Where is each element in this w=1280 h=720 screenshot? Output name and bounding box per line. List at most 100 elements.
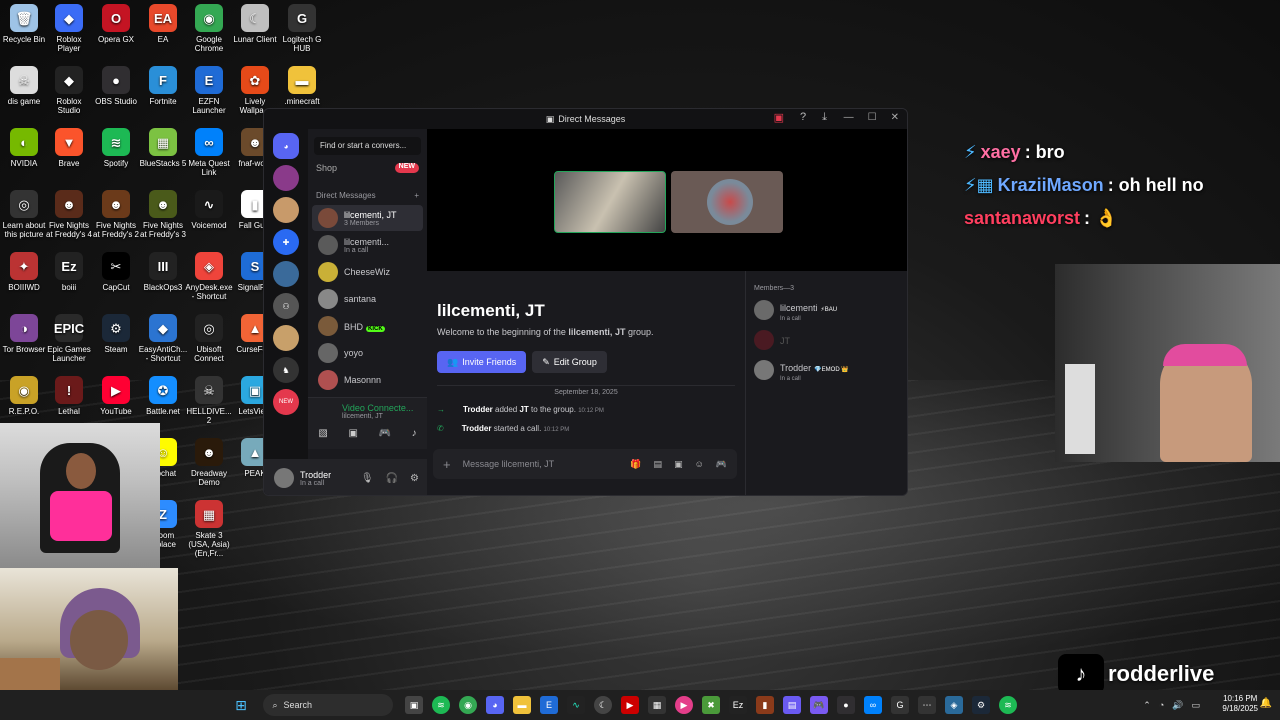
controller-icon[interactable]: 🎮 — [810, 696, 828, 714]
desktop-shortcut[interactable]: EPIC Epic Games Launcher — [45, 314, 93, 376]
screen-share-icon[interactable]: ▣ — [348, 428, 357, 439]
dm-list-item[interactable]: santana — [312, 286, 423, 312]
desktop-shortcut[interactable]: ☾ Lunar Client — [231, 4, 279, 66]
member-item[interactable]: lilcementi ⚡BAU In a call — [754, 298, 901, 322]
desktop-shortcut[interactable]: ◈ AnyDesk.exe - Shortcut — [185, 252, 233, 314]
desktop-shortcut[interactable]: Ez boiii — [45, 252, 93, 314]
discord-home-icon[interactable]: ◕ — [273, 133, 299, 159]
headphones-icon[interactable]: 🎧 — [386, 473, 398, 484]
sticker-icon[interactable]: ▣ — [674, 459, 683, 470]
desktop-shortcut[interactable]: EA EA — [139, 4, 187, 66]
desktop-shortcut[interactable]: ⚙ Steam — [92, 314, 140, 376]
lunar-taskbar-icon[interactable]: ☾ — [594, 696, 612, 714]
desktop-shortcut[interactable]: ● OBS Studio — [92, 66, 140, 128]
microphone-icon[interactable]: 🎙 — [361, 473, 374, 484]
spotify-taskbar-icon[interactable]: ≋ — [432, 696, 450, 714]
chrome-taskbar-icon[interactable]: ◉ — [459, 696, 477, 714]
logitech-taskbar-icon[interactable]: G — [891, 696, 909, 714]
desktop-shortcut[interactable]: ☠ dis game — [0, 66, 48, 128]
video-tile[interactable] — [671, 171, 783, 233]
voicemod-taskbar-icon[interactable]: ∿ — [567, 696, 585, 714]
desktop-shortcut[interactable]: ◐ NVIDIA — [0, 128, 48, 190]
desktop-shortcut[interactable]: ✦ BOIIIWD — [0, 252, 48, 314]
server-icon[interactable] — [273, 325, 299, 351]
desktop-shortcut[interactable]: ◑ Tor Browser — [0, 314, 48, 376]
server-icon[interactable]: ♞ — [273, 357, 299, 383]
volume-icon[interactable]: 🔊 — [1172, 700, 1183, 711]
avatar[interactable] — [274, 468, 294, 488]
game-taskbar-icon[interactable]: ▮ — [756, 696, 774, 714]
desktop-shortcut[interactable]: ◆ Roblox Player — [45, 4, 93, 66]
desktop-shortcut[interactable]: ∿ Voicemod — [185, 190, 233, 252]
video-tile[interactable] — [554, 171, 666, 233]
inbox-icon[interactable]: ▣ — [774, 111, 784, 124]
file-explorer-icon[interactable]: ▬ — [513, 696, 531, 714]
server-icon[interactable] — [273, 197, 299, 223]
discord-taskbar-icon[interactable]: ◕ — [486, 696, 504, 714]
settings-icon[interactable]: ⚙ — [410, 473, 419, 484]
desktop-shortcut[interactable]: 🗑 Recycle Bin — [0, 4, 48, 66]
activity-icon[interactable]: 🎮 — [379, 428, 391, 439]
find-conversation-input[interactable]: Find or start a convers... — [314, 137, 421, 155]
server-icon[interactable] — [273, 165, 299, 191]
dm-list-item[interactable]: yoyo — [312, 340, 423, 366]
desktop-shortcut[interactable]: ☻ Five Nights at Freddy's 2 — [92, 190, 140, 252]
maximize-icon[interactable]: ☐ — [868, 112, 877, 123]
desktop-shortcut[interactable]: ∞ Meta Quest Link — [185, 128, 233, 190]
desktop-shortcut[interactable]: III BlackOps3 — [139, 252, 187, 314]
desktop-shortcut[interactable]: ▼ Brave — [45, 128, 93, 190]
desktop-shortcut[interactable]: ✂ CapCut — [92, 252, 140, 314]
soundboard-icon[interactable]: ♪ — [412, 428, 417, 439]
message-user[interactable]: Trodder — [463, 405, 493, 414]
dm-list-item[interactable]: Masonnn — [312, 367, 423, 393]
obs-taskbar-icon[interactable]: ● — [837, 696, 855, 714]
add-attachment-icon[interactable]: + — [443, 457, 451, 472]
desktop-shortcut[interactable]: ◎ Ubisoft Connect — [185, 314, 233, 376]
wifi-icon[interactable]: ◔ — [1159, 700, 1164, 711]
desktop-shortcut[interactable]: ☠ HELLDIVE... 2 — [185, 376, 233, 438]
gift-icon[interactable]: 🎁 — [630, 459, 641, 470]
task-view-icon[interactable]: ▣ — [405, 696, 423, 714]
steam-taskbar-icon[interactable]: ⚙ — [972, 696, 990, 714]
meta-taskbar-icon[interactable]: ∞ — [864, 696, 882, 714]
gif-icon[interactable]: ▤ — [654, 459, 663, 470]
emoji-icon[interactable]: ☺ — [695, 459, 704, 470]
desktop-shortcut[interactable]: ☻ Five Nights at Freddy's 3 — [139, 190, 187, 252]
desktop-shortcut[interactable]: ◉ Google Chrome — [185, 4, 233, 66]
discord-window[interactable]: ▣ Direct Messages ▣ ? ⤓ — ☐ ✕ ◕ ✚ ⚇ ♞ NE… — [263, 108, 908, 496]
desktop-shortcut[interactable]: ☻ Five Nights at Freddy's 4 — [45, 190, 93, 252]
spotify-tray-icon[interactable]: ≋ — [999, 696, 1017, 714]
network-app-icon[interactable]: ◈ — [945, 696, 963, 714]
add-dm-button[interactable]: + — [414, 191, 419, 200]
taskbar-search[interactable]: ⌕ Search — [262, 694, 393, 716]
server-icon[interactable] — [273, 261, 299, 287]
message-composer[interactable]: + Message lilcementi, JT 🎁 ▤ ▣ ☺ 🎮 — [433, 449, 737, 479]
invite-friends-button[interactable]: 👥 Invite Friends — [437, 351, 527, 373]
window-titlebar[interactable]: ▣ Direct Messages ▣ ? ⤓ — ☐ ✕ — [264, 109, 907, 129]
apps-icon[interactable]: 🎮 — [716, 459, 727, 470]
message-input[interactable]: Message lilcementi, JT — [463, 459, 555, 469]
dm-list-item[interactable]: BHD KICK — [312, 313, 423, 339]
minimize-icon[interactable]: — — [844, 112, 854, 123]
member-item[interactable]: Trodder 💎EMOD 👑 In a call — [754, 358, 901, 382]
desktop-shortcut[interactable]: F Fortnite — [139, 66, 187, 128]
shop-link[interactable]: Shop NEW — [308, 159, 427, 177]
message-user[interactable]: Trodder — [462, 424, 492, 433]
youtube-taskbar-icon[interactable]: ▶ — [621, 696, 639, 714]
minecraft-icon[interactable]: ✖ — [702, 696, 720, 714]
media-player-icon[interactable]: ▶ — [675, 696, 693, 714]
server-icon[interactable]: ✚ — [273, 229, 299, 255]
close-icon[interactable]: ✕ — [891, 112, 899, 123]
notification-icon[interactable]: 🔔 — [1260, 698, 1272, 709]
desktop-shortcut[interactable]: ◆ Roblox Studio — [45, 66, 93, 128]
download-icon[interactable]: ⤓ — [822, 111, 827, 124]
desktop-shortcut[interactable]: ▦ Skate 3 (USA, Asia) (En,Fr... — [185, 500, 233, 562]
server-icon[interactable]: ⚇ — [273, 293, 299, 319]
desktop-shortcut[interactable]: ▦ BlueStacks 5 — [139, 128, 187, 190]
windows-start-icon[interactable]: ⊞ — [232, 696, 250, 714]
ezfn-taskbar-icon[interactable]: E — [540, 696, 558, 714]
dm-list-item[interactable]: lilcementi... In a call — [312, 232, 423, 258]
boiii-taskbar-icon[interactable]: Ez — [729, 696, 747, 714]
desktop-shortcut[interactable]: ◎ Learn about this picture — [0, 190, 48, 252]
dm-list-item[interactable]: CheeseWiz — [312, 259, 423, 285]
